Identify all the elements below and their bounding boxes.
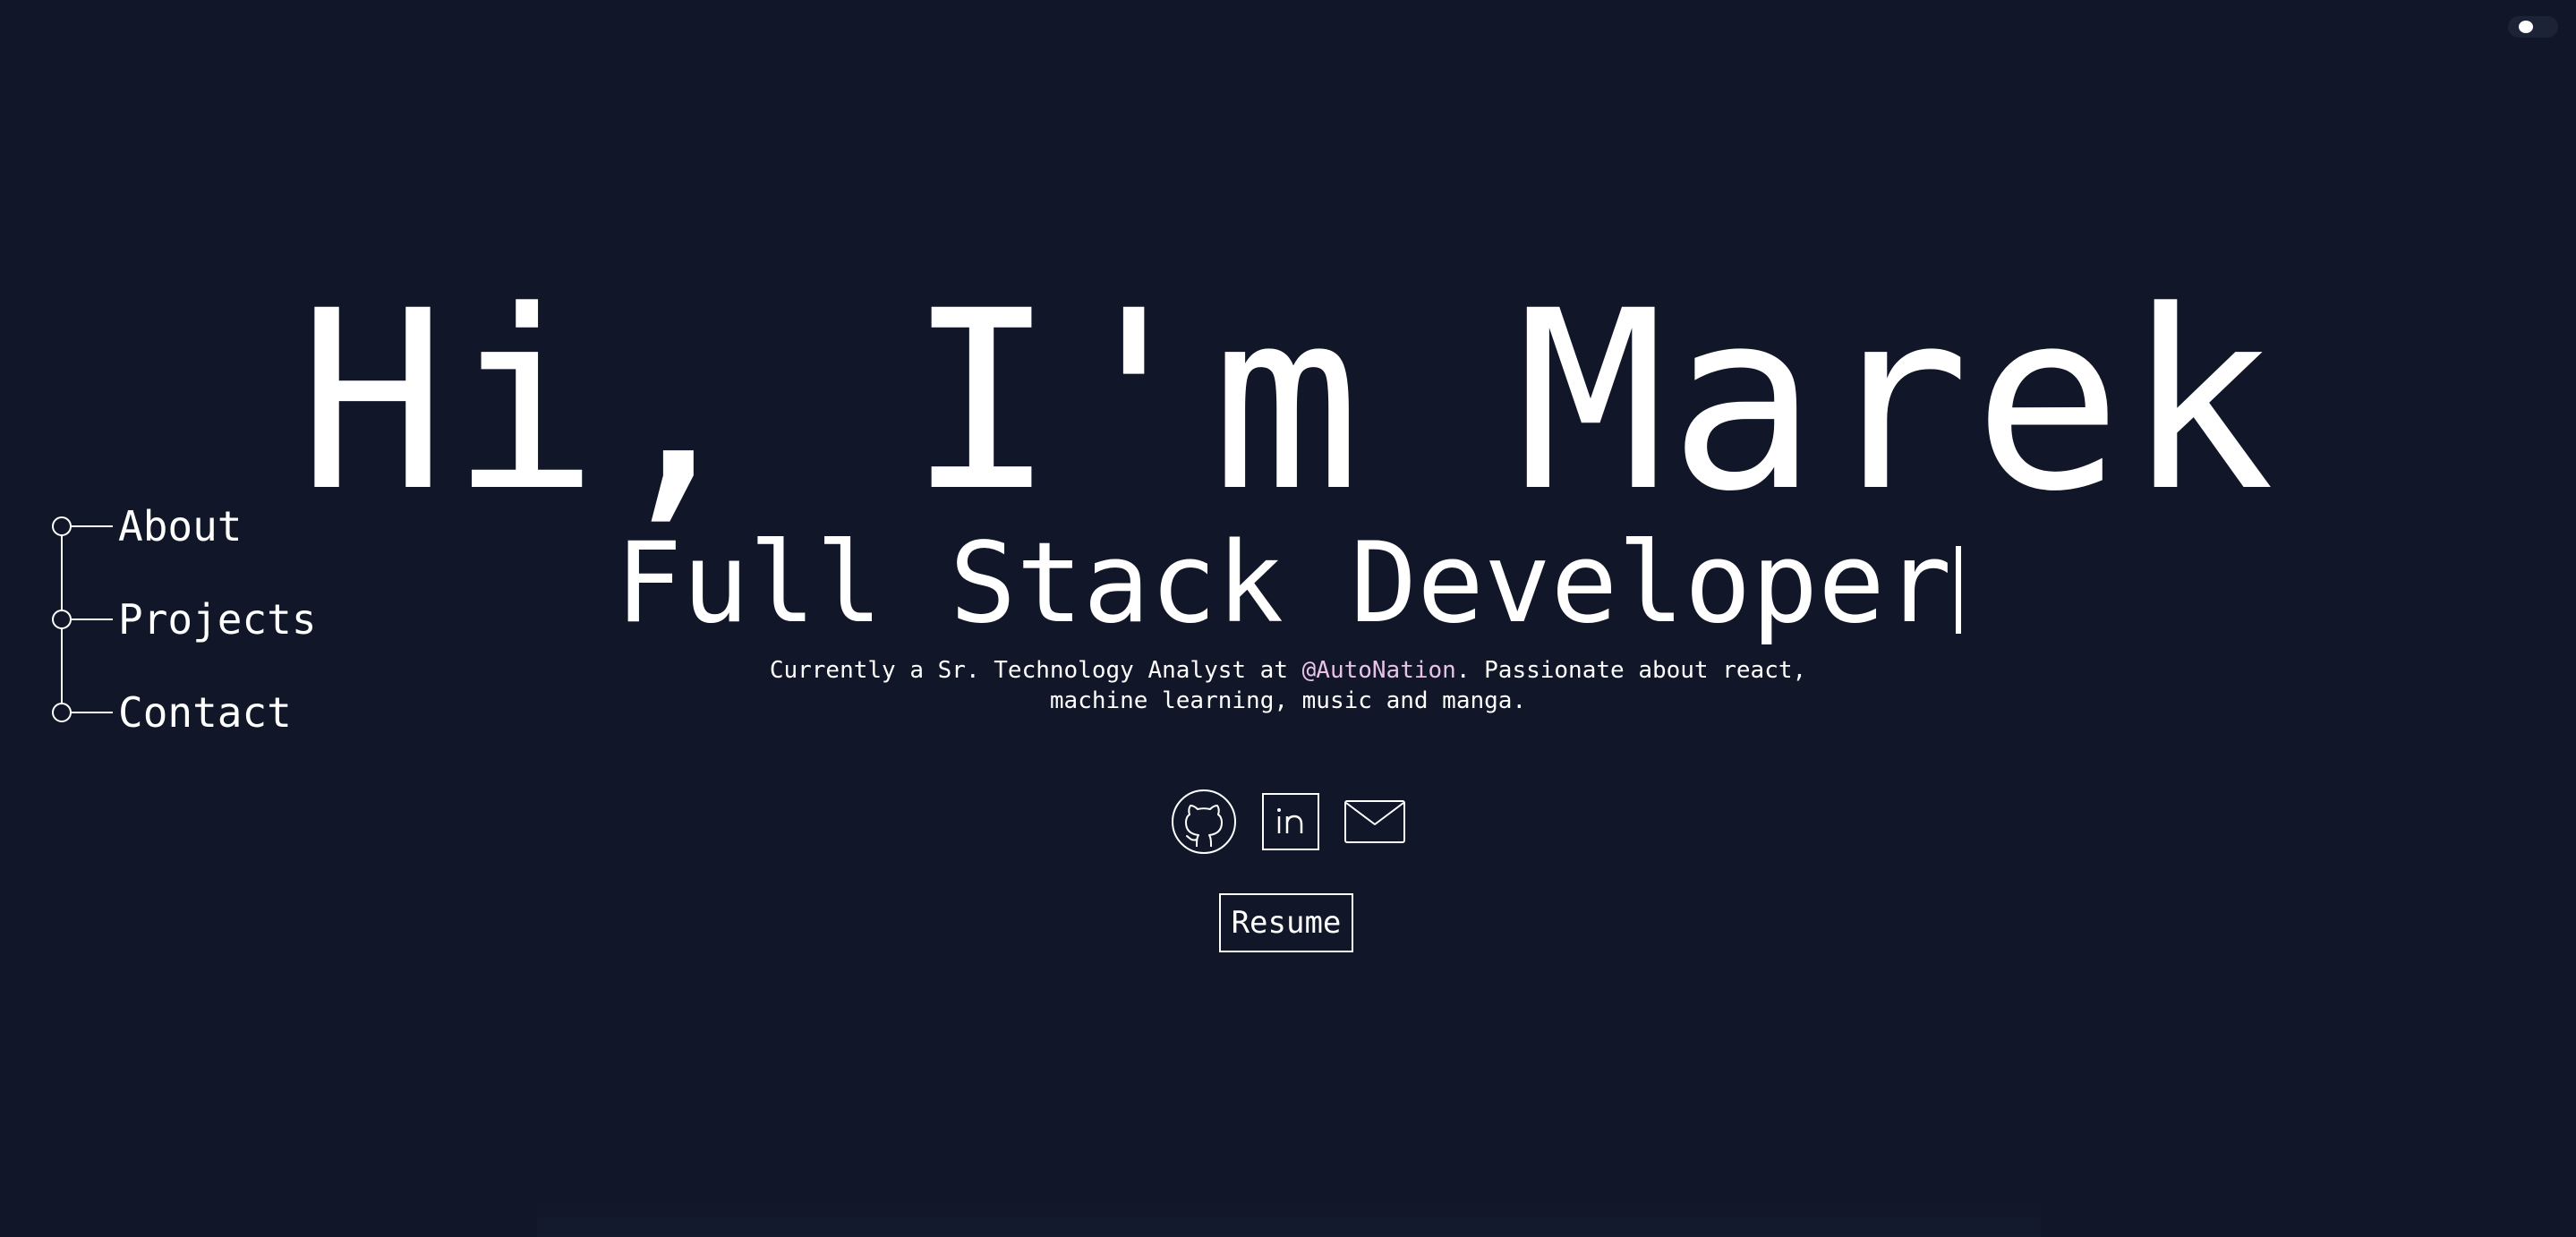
hero-description-line-2: machine learning, music and manga. [1049, 687, 1527, 714]
linkedin-link[interactable] [1261, 792, 1320, 851]
github-link[interactable] [1170, 788, 1238, 856]
resume-button[interactable]: Resume [1219, 893, 1353, 952]
email-link[interactable] [1343, 799, 1406, 844]
nav-dot [52, 516, 72, 536]
hero-description-line-1: Currently a Sr. Technology Analyst at @A… [0, 655, 2576, 686]
github-icon [1172, 789, 1236, 854]
nav-dot [52, 610, 72, 629]
nav-dot [52, 703, 72, 722]
company-link[interactable]: @AutoNation [1302, 657, 1456, 684]
hero-description: Currently a Sr. Technology Analyst at @A… [0, 655, 2576, 716]
social-links [0, 788, 2576, 856]
hero-subtitle-text: Full Stack Developer [615, 519, 1952, 648]
mail-icon [1344, 800, 1405, 843]
description-text: Currently a Sr. Technology Analyst at [769, 657, 1302, 684]
hero-subtitle: Full Stack Developer [0, 521, 2576, 646]
theme-toggle[interactable] [2508, 16, 2558, 38]
description-text: . Passionate about react, [1455, 657, 1807, 684]
linkedin-icon [1262, 793, 1319, 850]
hero-title: Hi, I'm Marek [297, 259, 2279, 546]
toggle-knob [2519, 21, 2533, 33]
page: About Projects Contact Hi, I'm Marek Ful… [0, 0, 2576, 1237]
typing-caret [1955, 546, 1961, 634]
bottom-glow [537, 1201, 2041, 1237]
